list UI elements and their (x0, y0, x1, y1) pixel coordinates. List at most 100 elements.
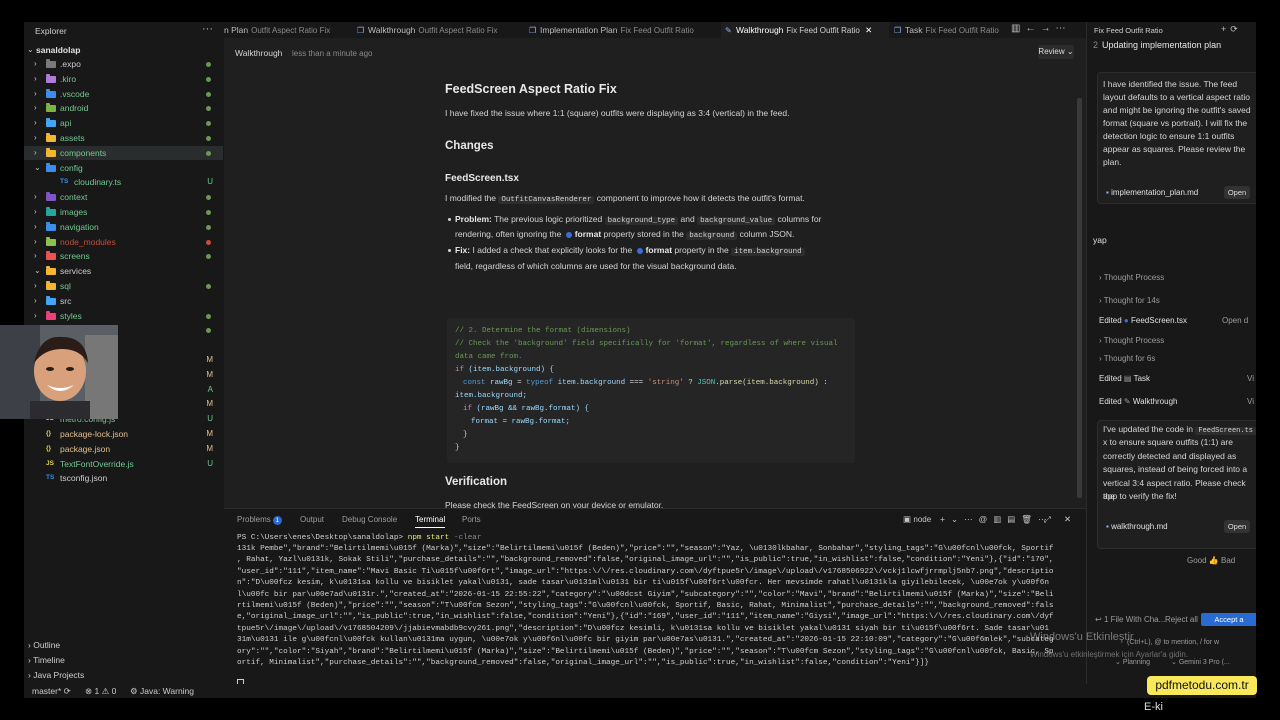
editor-actions[interactable]: ▥←→⋯ (1011, 23, 1070, 34)
doc-icon: ▪ (1106, 188, 1109, 197)
changes-heading: Changes (445, 140, 494, 152)
tree-item[interactable]: › styles (24, 309, 223, 323)
page-title: FeedScreen Aspect Ratio Fix (445, 82, 617, 96)
files-changed[interactable]: ↩ 1 File With Cha... (1095, 615, 1165, 624)
folder-icon (46, 221, 56, 231)
git-status-dot (206, 106, 211, 112)
chat-input-hint[interactable]: (Ctrl+L), @ to mention, / for w (1127, 639, 1219, 646)
explorer-root[interactable]: ⌄ sanaldolap (24, 43, 223, 57)
git-status-dot (206, 150, 211, 156)
file-heading: FeedScreen.tsx (445, 173, 519, 184)
thought-process-1[interactable]: › Thought Process (1099, 273, 1164, 282)
tab-ports[interactable]: Ports (462, 515, 481, 524)
tree-item[interactable]: TS tsconfig.json (24, 471, 223, 485)
tree-item-label: src (60, 295, 72, 306)
java-status[interactable]: ⚙ Java: Warning (130, 684, 194, 698)
tab-terminal[interactable]: Terminal (415, 515, 446, 528)
tree-item[interactable]: › android (24, 101, 223, 115)
thought-duration-1[interactable]: › Thought for 14s (1099, 296, 1160, 305)
thumbs-up-icon: 👍 (1208, 556, 1219, 565)
feedback-row[interactable]: Good 👍 Bad (1187, 556, 1235, 565)
more-actions-icon[interactable]: ··· (202, 23, 213, 35)
tree-item[interactable]: › .kiro (24, 72, 223, 86)
tab-problems[interactable]: Problems 1 (237, 515, 282, 525)
close-panel-icon[interactable]: ✕ (1064, 514, 1071, 525)
tab-plan-outfit[interactable]: n Plan Outfit Aspect Ratio Fix (224, 22, 354, 38)
folder-icon (46, 103, 56, 113)
tree-item[interactable]: › sql (24, 279, 223, 293)
fix-line-1: Fix: I added a check that explicitly loo… (455, 243, 805, 260)
tree-item[interactable]: TS cloudinary.ts U (24, 175, 223, 189)
tree-item[interactable]: › node_modules (24, 235, 223, 249)
thought-duration-2[interactable]: › Thought for 6s (1099, 354, 1155, 363)
tree-item[interactable]: › navigation (24, 220, 223, 234)
message-line: layout defaults to a vertical aspect rat… (1103, 92, 1250, 102)
open-plan-button[interactable]: Open (1224, 186, 1250, 199)
message-line: correctly detected and displayed as (1103, 450, 1237, 461)
maximize-panel-icon[interactable]: ⤢ (1044, 514, 1051, 525)
folder-icon (46, 236, 56, 246)
tab-task[interactable]: ❐ Task Fix Feed Outfit Ratio (894, 22, 1014, 38)
tab-debug-console[interactable]: Debug Console (342, 515, 397, 524)
tree-item[interactable]: › api (24, 116, 223, 130)
problems-indicator[interactable]: ⊗ 1 ⚠ 0 (85, 684, 116, 698)
tree-item[interactable]: › context (24, 190, 223, 204)
tree-item-label: package.json (60, 443, 111, 454)
tab-walkthrough-outfit[interactable]: ❐ Walkthrough Outfit Aspect Ratio Fix (357, 22, 517, 38)
tree-item[interactable]: › .vscode (24, 87, 223, 101)
tree-item[interactable]: JS TextFontOverride.js U (24, 457, 223, 471)
windows-activation-title: Windows'u Etkinleştir (1030, 631, 1134, 643)
edited-task[interactable]: Edited ▤ Task Vi (1099, 374, 1254, 383)
chevron-icon: › (34, 88, 37, 98)
terminal-line: 131k Pembe","brand":"Belirtilmemi\u015f … (237, 545, 1054, 553)
java-projects-section[interactable]: › Java Projects (24, 668, 223, 682)
tree-item[interactable]: {} package-lock.json M (24, 427, 223, 441)
bullet (448, 218, 451, 221)
tree-item[interactable]: › src (24, 294, 223, 308)
git-status-dot (206, 254, 211, 260)
close-tab-icon[interactable]: ✕ (865, 25, 872, 35)
branch-indicator[interactable]: master* ⟳ (32, 684, 71, 698)
review-button[interactable]: Review ⌄ (1038, 45, 1074, 59)
chevron-icon: ⌄ (34, 162, 41, 172)
folder-icon (46, 207, 56, 216)
reject-all-button[interactable]: Reject all (1165, 615, 1198, 624)
tree-item[interactable]: › .expo (24, 57, 223, 71)
message-line: plan. (1103, 157, 1122, 167)
terminal-node[interactable]: ▣ node (903, 514, 931, 525)
tree-item-label: android (60, 103, 89, 114)
tab-implementation-plan[interactable]: ❐ Implementation Plan Fix Feed Outfit Rati… (529, 22, 709, 38)
tree-item[interactable]: › assets (24, 131, 223, 145)
git-status-dot (206, 121, 211, 127)
editor-scrollbar[interactable] (1077, 98, 1082, 498)
implementation-plan-link[interactable]: ▪ implementation_plan.md (1106, 188, 1198, 197)
tree-item-label: assets (60, 133, 85, 143)
tab-output[interactable]: Output (300, 515, 324, 524)
tree-item-label: sql (60, 281, 71, 291)
git-status-dot (206, 224, 211, 230)
terminal-actions[interactable]: +⌄⋯@▥▤🗑⋯ (940, 514, 1053, 525)
tree-item-label: .vscode (60, 88, 90, 99)
mode-selector[interactable]: ⌄ Planning (1115, 658, 1150, 666)
tree-item[interactable]: ⌄ services (24, 264, 223, 278)
git-status-badge: A (207, 384, 213, 394)
tree-item[interactable]: › screens (24, 249, 223, 263)
tree-item[interactable]: {} package.json M (24, 442, 223, 456)
edited-feedscreen[interactable]: Edited ● FeedScreen.tsx Open d (1099, 316, 1248, 325)
model-selector[interactable]: ⌄ Gemini 3 Pro (... (1171, 658, 1230, 666)
message-line: appear as squares. Please review the (1103, 144, 1246, 154)
outline-section[interactable]: › Outline (24, 638, 223, 652)
open-walkthrough-button[interactable]: Open (1224, 520, 1250, 533)
tree-item[interactable]: › images (24, 205, 223, 219)
edited-walkthrough[interactable]: Edited ✎ Walkthrough Vi (1099, 397, 1254, 406)
timeline-section[interactable]: › Timeline (24, 653, 223, 667)
tab-walkthrough-feed[interactable]: ✎ Walkthrough Fix Feed Outfit Ratio ✕ (721, 22, 889, 38)
thought-process-2[interactable]: › Thought Process (1099, 336, 1164, 345)
tree-item[interactable]: ⌄ config (24, 161, 223, 175)
accept-all-button[interactable]: Accept a (1201, 613, 1256, 626)
tree-item-label: styles (60, 310, 82, 321)
walkthrough-link[interactable]: ▪ walkthrough.md (1106, 522, 1168, 531)
chat-header-icons[interactable]: +⟳ (1221, 24, 1242, 35)
tree-item[interactable]: › components (24, 145, 223, 160)
tree-item-label: api (60, 118, 72, 129)
